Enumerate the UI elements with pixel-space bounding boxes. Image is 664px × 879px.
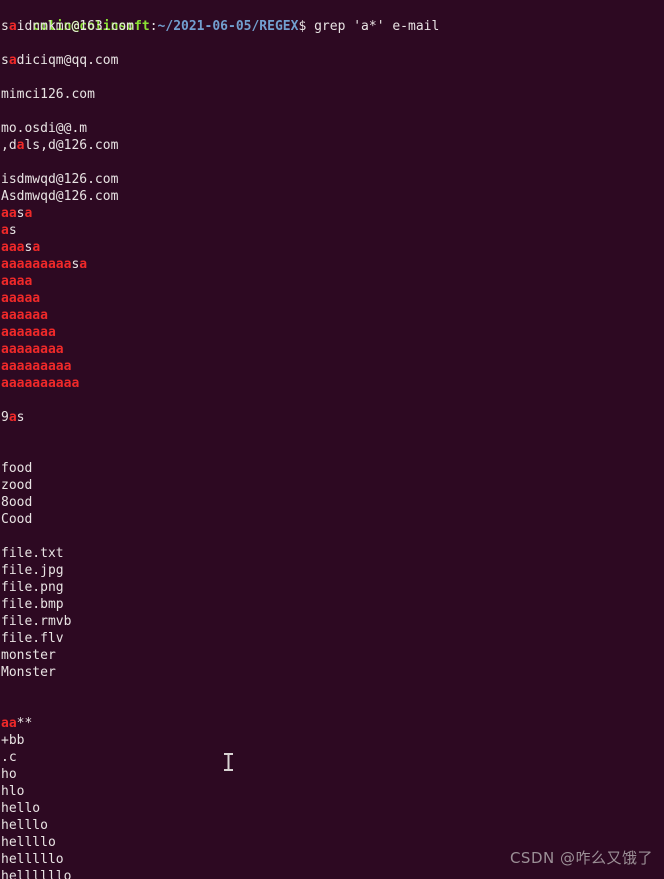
output-text: **	[16, 716, 33, 731]
terminal-output-line: Monster	[1, 664, 664, 681]
terminal-output-line: Asdmwqd@126.com	[1, 188, 664, 205]
grep-match-text: a	[8, 410, 17, 425]
output-text: .c	[1, 750, 17, 765]
terminal-output-line: aa**	[1, 715, 664, 732]
grep-match-text: a	[8, 53, 17, 68]
grep-match-text: aaaaaaaaa	[1, 257, 72, 272]
terminal-output-line: sadiciqm@qq.com	[1, 52, 664, 69]
terminal-output-line: ,dals,d@126.com	[1, 137, 664, 154]
grep-match-text: aa	[1, 716, 17, 731]
terminal-output-line: hellllllo	[1, 868, 664, 879]
output-text: Monster	[1, 665, 56, 680]
output-text: helllo	[1, 818, 48, 833]
terminal-output-line: aaaa	[1, 273, 664, 290]
grep-match-text: a	[32, 240, 41, 255]
output-text: ls,d@126.com	[24, 138, 119, 153]
grep-match-text: a	[24, 206, 33, 221]
output-text: mo.osdi@@.m	[1, 121, 88, 136]
grep-match-text: a	[8, 19, 17, 34]
terminal-output-line: 8ood	[1, 494, 664, 511]
terminal-output-line: isdmwqd@126.com	[1, 171, 664, 188]
grep-match-text: aaaaaaaaaa	[1, 376, 80, 391]
output-text: s	[16, 410, 25, 425]
grep-match-text: a	[79, 257, 88, 272]
output-text: s	[1, 19, 9, 34]
output-text: hello	[1, 801, 41, 816]
output-text: Cood	[1, 512, 33, 527]
terminal-output-line: ho	[1, 766, 664, 783]
output-text: Asdmwqd@126.com	[1, 189, 119, 204]
terminal-output-line: helllo	[1, 817, 664, 834]
output-text: mimci126.com	[1, 87, 95, 102]
output-text: helllllo	[1, 852, 64, 867]
terminal-window[interactable]: colin@colinsoft:~/2021-06-05/REGEX$ grep…	[0, 0, 664, 879]
output-text: idnmkmc@163.com	[16, 19, 135, 34]
output-text: hellllo	[1, 835, 56, 850]
terminal-output-line: hello	[1, 800, 664, 817]
terminal-output-line: file.txt	[1, 545, 664, 562]
grep-match-text: aaaaaa	[1, 308, 48, 323]
terminal-output-line: aaaaaaaaa	[1, 358, 664, 375]
terminal-output-line: aasa	[1, 205, 664, 222]
output-text: file.png	[1, 580, 64, 595]
grep-match-text: aaaa	[1, 274, 33, 289]
output-text: food	[1, 461, 33, 476]
terminal-output-line: as	[1, 222, 664, 239]
terminal-output: saidnmkmc@163.com sadiciqm@qq.com mimci1…	[1, 18, 664, 879]
output-text: diciqm@qq.com	[16, 53, 119, 68]
terminal-output-line: file.png	[1, 579, 664, 596]
grep-match-text: aaaaaaaa	[1, 342, 64, 357]
output-text: hlo	[1, 784, 25, 799]
output-text: zood	[1, 478, 33, 493]
grep-match-text: aaaaaaaaa	[1, 359, 72, 374]
output-text: monster	[1, 648, 56, 663]
output-text: ho	[1, 767, 17, 782]
terminal-output-line: file.jpg	[1, 562, 664, 579]
terminal-output-line: aaasa	[1, 239, 664, 256]
terminal-output-line: mimci126.com	[1, 86, 664, 103]
terminal-output-line: 9as	[1, 409, 664, 426]
terminal-output-line: zood	[1, 477, 664, 494]
terminal-output-line: Cood	[1, 511, 664, 528]
output-text: 8ood	[1, 495, 33, 510]
terminal-output-line: aaaaa	[1, 290, 664, 307]
prompt-path: ~/2021-06-05/REGEX	[157, 19, 299, 34]
grep-match-text: aaa	[1, 240, 25, 255]
output-text: file.flv	[1, 631, 64, 646]
terminal-output-line: +bb	[1, 732, 664, 749]
csdn-watermark: CSDN @咋么又饿了	[509, 849, 653, 867]
terminal-output-line: food	[1, 460, 664, 477]
output-text: file.txt	[1, 546, 64, 561]
output-text: ,d	[1, 138, 17, 153]
terminal-output-line: aaaaaaaa	[1, 341, 664, 358]
output-text: 9	[1, 410, 9, 425]
terminal-command-line: colin@colinsoft:~/2021-06-05/REGEX$ grep…	[1, 1, 664, 34]
output-text: file.bmp	[1, 597, 64, 612]
terminal-output-line: aaaaaaaaasa	[1, 256, 664, 273]
terminal-output-line: aaaaaa	[1, 307, 664, 324]
output-text: file.rmvb	[1, 614, 72, 629]
output-text: file.jpg	[1, 563, 64, 578]
output-text: hellllllo	[1, 869, 72, 879]
output-text: s	[8, 223, 17, 238]
output-text: isdmwqd@126.com	[1, 172, 119, 187]
terminal-output-line: aaaaaaaaaa	[1, 375, 664, 392]
terminal-output-line: monster	[1, 647, 664, 664]
terminal-output-line: file.rmvb	[1, 613, 664, 630]
terminal-output-line: .c	[1, 749, 664, 766]
terminal-output-line: hlo	[1, 783, 664, 800]
prompt-colon: :	[149, 19, 158, 34]
output-text: +bb	[1, 733, 25, 748]
grep-match-text: a	[1, 223, 9, 238]
grep-match-text: aaaaa	[1, 291, 41, 306]
terminal-output-line: mo.osdi@@.m	[1, 120, 664, 137]
output-text: s	[1, 53, 9, 68]
command-text: grep 'a*' e-mail	[306, 19, 440, 34]
grep-match-text: aa	[1, 206, 17, 221]
terminal-output-line: file.flv	[1, 630, 664, 647]
terminal-output-line: file.bmp	[1, 596, 664, 613]
terminal-output-line: aaaaaaa	[1, 324, 664, 341]
grep-match-text: aaaaaaa	[1, 325, 56, 340]
